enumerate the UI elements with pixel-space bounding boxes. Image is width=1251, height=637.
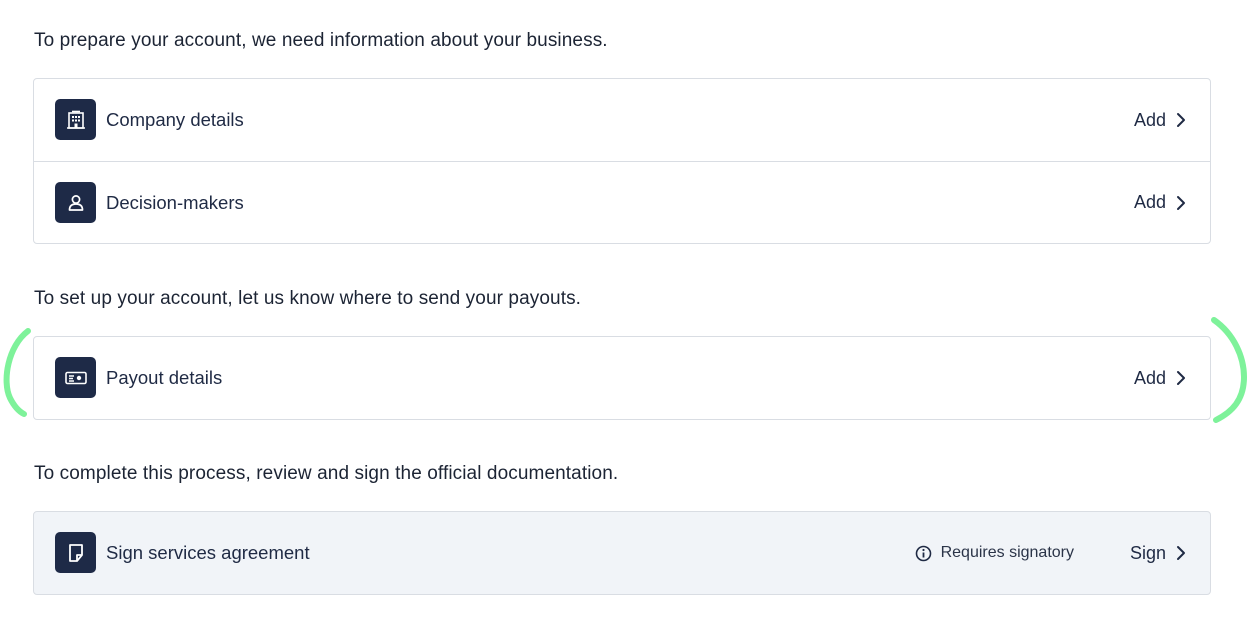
chevron-right-icon bbox=[1174, 369, 1188, 387]
decision-makers-label: Decision-makers bbox=[106, 191, 244, 213]
company-details-row[interactable]: Company details Add bbox=[34, 79, 1210, 161]
company-details-add-button[interactable]: Add bbox=[1134, 110, 1166, 131]
person-icon bbox=[55, 182, 96, 223]
chevron-right-icon bbox=[1174, 194, 1188, 212]
payout-details-label: Payout details bbox=[106, 367, 223, 388]
sign-agreement-label: Sign services agreement bbox=[106, 542, 310, 563]
info-icon bbox=[915, 545, 932, 562]
chevron-right-icon bbox=[1174, 111, 1188, 129]
building-icon bbox=[55, 99, 96, 140]
section-intro-documentation: To complete this process, review and sig… bbox=[34, 463, 619, 484]
requires-signatory-text: Requires signatory bbox=[940, 544, 1074, 561]
section-intro-payouts: To set up your account, let us know wher… bbox=[34, 288, 582, 309]
banknote-icon bbox=[55, 357, 96, 398]
right-highlight-bracket-icon bbox=[1211, 317, 1248, 423]
payout-details-add-button[interactable]: Add bbox=[1134, 368, 1166, 389]
document-icon bbox=[55, 532, 96, 573]
business-info-card: Company details Add Decision-makers Add bbox=[33, 78, 1211, 244]
decision-makers-row[interactable]: Decision-makers Add bbox=[34, 161, 1210, 243]
payout-details-row[interactable]: Payout details Add bbox=[34, 337, 1210, 419]
section-intro-business: To prepare your account, we need informa… bbox=[34, 30, 608, 51]
payout-card: Payout details Add bbox=[33, 336, 1211, 420]
sign-button[interactable]: Sign bbox=[1130, 543, 1166, 564]
chevron-right-icon bbox=[1174, 544, 1188, 562]
left-highlight-bracket-icon bbox=[3, 328, 31, 417]
decision-makers-add-button[interactable]: Add bbox=[1134, 192, 1166, 213]
requires-signatory-note: Requires signatory bbox=[915, 544, 1074, 562]
sign-agreement-row[interactable]: Sign services agreement Requires signato… bbox=[34, 512, 1210, 594]
company-details-label: Company details bbox=[106, 109, 244, 130]
documentation-card: Sign services agreement Requires signato… bbox=[33, 511, 1211, 595]
